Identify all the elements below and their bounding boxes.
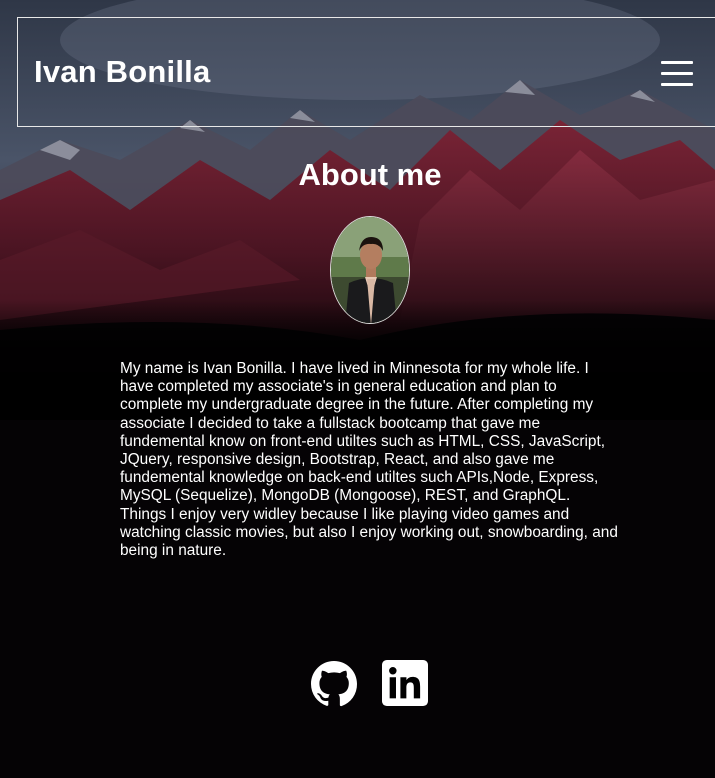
page: Ivan Bonilla About me My name is Ivan Bo… [0, 0, 715, 778]
bio-text: My name is Ivan Bonilla. I have lived in… [120, 360, 618, 560]
profile-photo [330, 216, 410, 324]
menu-bar [661, 72, 693, 75]
brand-name[interactable]: Ivan Bonilla [34, 54, 210, 90]
linkedin-icon[interactable] [382, 660, 430, 708]
hamburger-menu-icon[interactable] [661, 61, 693, 87]
page-title: About me [298, 157, 442, 192]
menu-bar [661, 61, 693, 64]
social-links [310, 660, 430, 710]
site-header: Ivan Bonilla [17, 17, 715, 127]
github-icon[interactable] [310, 660, 358, 708]
menu-bar [661, 83, 693, 86]
